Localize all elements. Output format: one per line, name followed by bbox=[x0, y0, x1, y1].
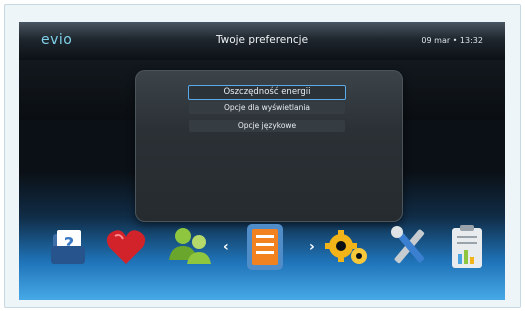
heart-icon[interactable] bbox=[105, 228, 147, 270]
tools-icon[interactable] bbox=[389, 224, 429, 272]
help-folder-icon[interactable]: ? bbox=[49, 224, 89, 272]
carousel-next-arrow[interactable]: › bbox=[309, 239, 315, 255]
report-clipboard-icon[interactable] bbox=[449, 224, 485, 274]
menu-item-display-options[interactable]: Opcje dla wyświetlania bbox=[189, 102, 345, 114]
date-time: 09 mar • 13:32 bbox=[421, 36, 483, 45]
carousel-prev-arrow[interactable]: ‹ bbox=[223, 239, 229, 255]
preferences-panel: Oszczędność energii Opcje dla wyświetlan… bbox=[135, 70, 403, 222]
tv-screen: evio Twoje preferencje 09 mar • 13:32 Os… bbox=[19, 22, 505, 300]
gears-icon[interactable] bbox=[325, 228, 369, 272]
menu-item-language-options[interactable]: Opcje językowe bbox=[189, 120, 345, 132]
menu-item-energy-saving[interactable]: Oszczędność energii bbox=[188, 85, 346, 100]
top-bar: evio Twoje preferencje 09 mar • 13:32 bbox=[19, 22, 505, 60]
users-icon[interactable] bbox=[167, 224, 215, 272]
preferences-clipboard-icon[interactable] bbox=[245, 222, 285, 278]
